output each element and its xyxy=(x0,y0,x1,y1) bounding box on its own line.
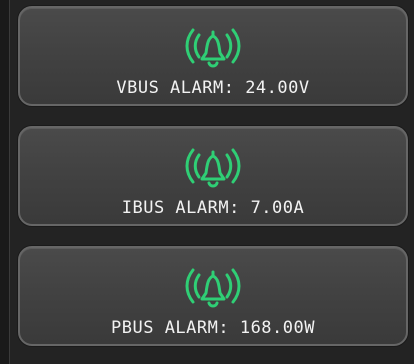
left-strip xyxy=(0,0,10,364)
vbus-alarm-panel: VBUS ALARM: 24.00V xyxy=(12,2,408,110)
pbus-alarm-panel: PBUS ALARM: 168.00W xyxy=(12,242,408,350)
vbus-alarm-label: VBUS ALARM: 24.00V xyxy=(116,78,310,98)
alarm-bell-icon xyxy=(181,22,245,72)
vbus-alarm-button[interactable]: VBUS ALARM: 24.00V xyxy=(18,6,408,106)
ibus-alarm-button[interactable]: IBUS ALARM: 7.00A xyxy=(18,126,408,226)
pbus-alarm-label: PBUS ALARM: 168.00W xyxy=(111,318,315,338)
ibus-alarm-panel: IBUS ALARM: 7.00A xyxy=(12,122,408,230)
alarm-bell-icon xyxy=(181,142,245,192)
alarm-bell-icon xyxy=(181,262,245,312)
pbus-alarm-button[interactable]: PBUS ALARM: 168.00W xyxy=(18,246,408,346)
ibus-alarm-label: IBUS ALARM: 7.00A xyxy=(121,198,305,218)
